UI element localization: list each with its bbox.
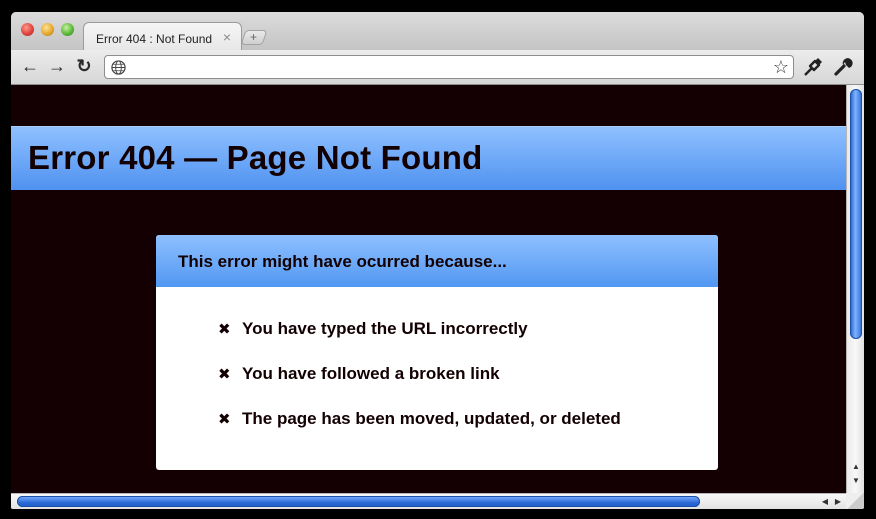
cross-icon: ✖	[218, 366, 231, 383]
back-button[interactable]: ←	[20, 56, 40, 76]
tab-error-404[interactable]: Error 404 : Not Found ×	[83, 22, 242, 52]
star-icon[interactable]: ☆	[773, 57, 789, 77]
tab-close-icon[interactable]: ×	[223, 29, 231, 45]
vertical-scrollbar[interactable]: ▲ ▼	[846, 85, 864, 493]
toolbar: ← → ↻ ☆	[11, 50, 864, 85]
error-banner: Error 404 — Page Not Found	[11, 126, 846, 190]
reason-text: You have followed a broken link	[242, 364, 500, 383]
close-window-button[interactable]	[21, 23, 34, 36]
box-header: This error might have ocurred because...	[156, 235, 718, 287]
error-reasons-box: This error might have ocurred because...…	[156, 235, 718, 470]
minimize-window-button[interactable]	[41, 23, 54, 36]
globe-icon	[111, 60, 126, 75]
vertical-scroll-thumb[interactable]	[850, 89, 862, 339]
page-title: Error 404 — Page Not Found	[28, 139, 483, 176]
url-input[interactable]	[131, 58, 761, 76]
new-tab-button[interactable]: +	[240, 30, 268, 45]
page-menu-icon[interactable]	[801, 55, 825, 79]
browser-window: Error 404 : Not Found × + ← → ↻ ☆ Error …	[11, 12, 864, 509]
tab-title: Error 404 : Not Found	[96, 32, 213, 46]
box-title: This error might have ocurred because...	[178, 252, 507, 271]
address-bar[interactable]: ☆	[104, 55, 794, 79]
scroll-up-arrow-icon[interactable]: ▲	[849, 461, 863, 473]
resize-grip-icon[interactable]	[846, 493, 864, 509]
forward-button[interactable]: →	[47, 56, 67, 76]
reason-text: The page has been moved, updated, or del…	[242, 409, 621, 428]
scroll-right-arrow-icon[interactable]: ▶	[832, 495, 844, 508]
cross-icon: ✖	[218, 411, 231, 428]
plus-icon: +	[250, 30, 258, 44]
zoom-window-button[interactable]	[61, 23, 74, 36]
page-viewport: Error 404 — Page Not Found This error mi…	[11, 85, 846, 493]
scroll-down-arrow-icon[interactable]: ▼	[849, 475, 863, 487]
scroll-left-arrow-icon[interactable]: ◀	[819, 495, 831, 508]
cross-icon: ✖	[218, 321, 231, 338]
wrench-icon[interactable]	[831, 55, 855, 79]
tab-strip: Error 404 : Not Found × +	[11, 12, 864, 52]
horizontal-scroll-thumb[interactable]	[17, 496, 700, 507]
reason-text: You have typed the URL incorrectly	[242, 319, 528, 338]
reload-button[interactable]: ↻	[74, 56, 94, 76]
horizontal-scrollbar[interactable]: ◀ ▶	[11, 493, 846, 509]
